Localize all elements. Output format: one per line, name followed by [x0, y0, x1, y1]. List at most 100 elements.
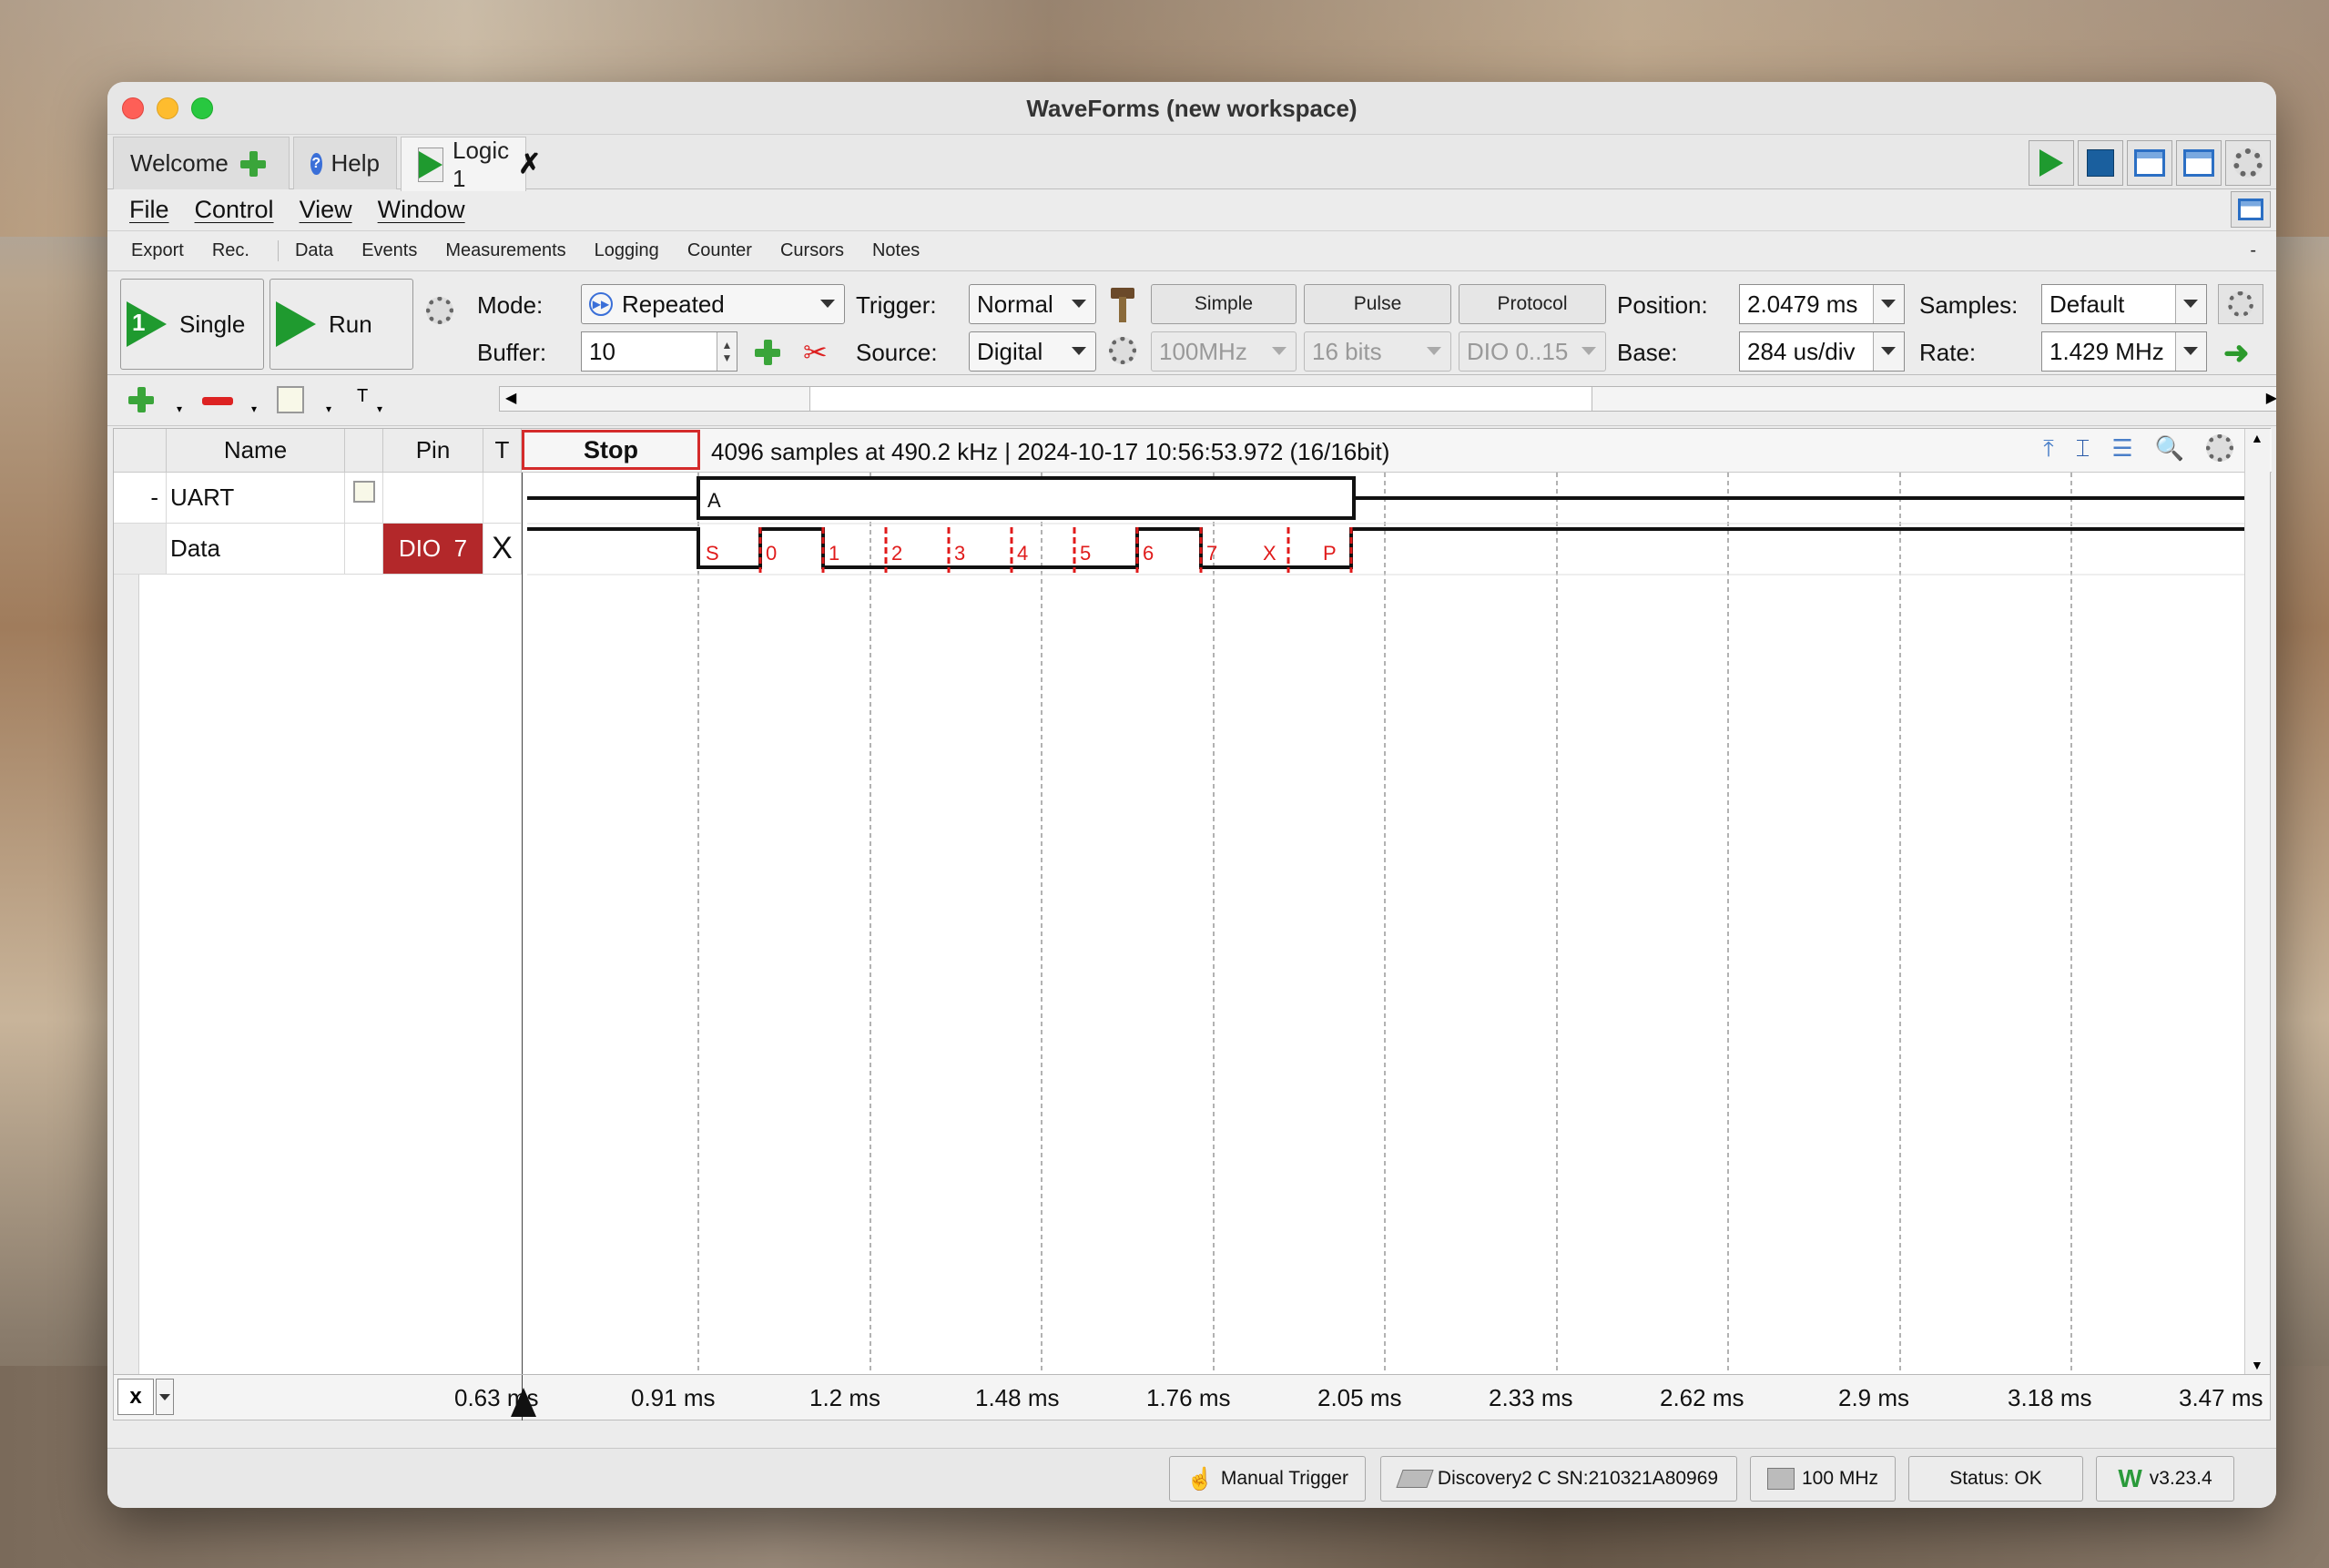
- row-data-name[interactable]: Data: [167, 524, 345, 575]
- tab-help[interactable]: ? Help: [293, 137, 397, 189]
- scroll-up-icon[interactable]: ▲: [2251, 431, 2263, 445]
- source-select[interactable]: Digital: [969, 331, 1096, 372]
- status-button[interactable]: Status: OK: [1908, 1456, 2083, 1502]
- samples-select[interactable]: Default: [2041, 284, 2207, 324]
- arrow-right-icon[interactable]: ➜: [2223, 335, 2250, 372]
- header-expander: [114, 429, 167, 473]
- horizontal-scroll-thumb[interactable]: [809, 387, 1592, 411]
- header-pin[interactable]: Pin: [383, 429, 483, 473]
- trigger-settings-gear-icon[interactable]: [1109, 337, 1136, 364]
- scroll-right-icon[interactable]: ▶: [2266, 389, 2276, 407]
- trigger-column-dropdown-icon[interactable]: ▾: [377, 402, 382, 415]
- trigger-column-label[interactable]: T: [357, 386, 368, 407]
- horizontal-scrollbar[interactable]: ◀ ▶: [499, 386, 2276, 412]
- remove-channel-icon[interactable]: [202, 397, 233, 405]
- add-channel-icon[interactable]: [126, 384, 157, 415]
- tab-welcome[interactable]: Welcome: [113, 137, 290, 189]
- buffer-label: Buffer:: [477, 339, 547, 366]
- version-button[interactable]: W v3.23.4: [2096, 1456, 2234, 1502]
- position-input[interactable]: 2.0479 ms: [1739, 284, 1905, 324]
- tab-help-label: Help: [331, 149, 380, 177]
- cascade-windows-icon: [2134, 149, 2165, 177]
- text-cursor-tool-icon[interactable]: ⌶: [2076, 434, 2090, 463]
- trigger-pulse-button[interactable]: Pulse: [1304, 284, 1451, 324]
- menu-file[interactable]: File: [129, 196, 169, 224]
- submenu-data[interactable]: Data: [277, 240, 333, 261]
- add-channel-dropdown-icon[interactable]: ▾: [177, 402, 182, 415]
- x-axis-dropdown[interactable]: [156, 1379, 174, 1415]
- submenu-collapse-button[interactable]: -: [2250, 240, 2256, 261]
- global-toolbar: [2029, 140, 2271, 186]
- time-tick: 0.91 ms: [631, 1384, 716, 1411]
- row-data-trigger[interactable]: X: [483, 524, 522, 575]
- time-settings-button[interactable]: [2218, 284, 2263, 324]
- tile-windows-button[interactable]: [2176, 140, 2222, 186]
- scissors-icon[interactable]: ✂: [803, 335, 828, 370]
- submenu-notes[interactable]: Notes: [872, 240, 920, 261]
- plot-left-border: [522, 473, 523, 1374]
- row-data-pin[interactable]: DIO 7: [383, 524, 483, 575]
- zoom-icon[interactable]: 🔍: [2155, 434, 2184, 463]
- vertical-scrollbar[interactable]: ▲ ▼: [2244, 429, 2270, 1374]
- edit-bus-icon[interactable]: [352, 480, 375, 503]
- buffer-stepper[interactable]: ▲ ▼: [717, 332, 737, 371]
- mode-select[interactable]: ▶▶ Repeated: [581, 284, 845, 324]
- edit-channel-icon[interactable]: [277, 386, 304, 413]
- scroll-down-icon[interactable]: ▼: [2251, 1358, 2263, 1372]
- trigger-position-marker-icon[interactable]: [511, 1388, 536, 1417]
- menu-control[interactable]: Control: [195, 196, 274, 224]
- clock-button[interactable]: 100 MHz: [1750, 1456, 1896, 1502]
- trigger-protocol-button[interactable]: Protocol: [1459, 284, 1606, 324]
- dio-range-select[interactable]: DIO 0..15: [1459, 331, 1606, 372]
- global-settings-button[interactable]: [2225, 140, 2271, 186]
- submenu-events[interactable]: Events: [361, 240, 417, 261]
- row-uart-expander[interactable]: -: [114, 473, 167, 524]
- base-input[interactable]: 284 us/div: [1739, 331, 1905, 372]
- edit-channel-dropdown-icon[interactable]: ▾: [326, 402, 331, 415]
- close-tab-icon[interactable]: ✗: [518, 148, 541, 180]
- align-tool-icon[interactable]: ☰: [2111, 434, 2132, 463]
- cursor-tool-icon[interactable]: ⤒: [2043, 434, 2054, 463]
- stop-all-button[interactable]: [2078, 140, 2123, 186]
- menu-window[interactable]: Window: [378, 196, 465, 224]
- remove-channel-dropdown-icon[interactable]: ▾: [251, 402, 257, 415]
- buffer-input[interactable]: 10 ▲ ▼: [581, 331, 737, 372]
- scroll-left-icon[interactable]: ◀: [505, 389, 516, 407]
- single-button[interactable]: 1 Single: [120, 279, 264, 370]
- channel-table: Name Pin T Stop 4096 samples at 490.2 kH…: [113, 428, 2272, 1375]
- add-buffer-icon[interactable]: [752, 337, 783, 368]
- waveform-plot[interactable]: A S 0 1 2 3 4 5 6 7 X P: [527, 473, 2244, 1374]
- manual-trigger-button[interactable]: ☝ Manual Trigger: [1169, 1456, 1366, 1502]
- submenu-rec[interactable]: Rec.: [212, 240, 249, 261]
- trigger-simple-button[interactable]: Simple: [1151, 284, 1297, 324]
- acquisition-settings-button[interactable]: [426, 297, 453, 324]
- header-name[interactable]: Name: [167, 429, 345, 473]
- title-bar: WaveForms (new workspace): [107, 82, 2276, 135]
- submenu-measurements[interactable]: Measurements: [445, 240, 565, 261]
- bits-select[interactable]: 16 bits: [1304, 331, 1451, 372]
- hammer-icon[interactable]: [1111, 288, 1134, 322]
- submenu-cursors[interactable]: Cursors: [780, 240, 844, 261]
- row-uart-pin: [383, 473, 483, 524]
- add-tab-plus-icon[interactable]: [238, 148, 269, 179]
- single-play-icon: 1: [127, 301, 167, 347]
- frequency-select[interactable]: 100MHz: [1151, 331, 1297, 372]
- row-uart-trigger[interactable]: [483, 473, 522, 524]
- row-uart-name[interactable]: UART: [167, 473, 345, 524]
- run-button[interactable]: Run: [270, 279, 413, 370]
- header-trigger[interactable]: T: [483, 429, 522, 473]
- device-button[interactable]: Discovery2 C SN:210321A80969: [1380, 1456, 1737, 1502]
- row-uart-edit[interactable]: [345, 473, 383, 524]
- trigger-select[interactable]: Normal: [969, 284, 1096, 324]
- submenu-export[interactable]: Export: [131, 240, 184, 261]
- menu-view[interactable]: View: [300, 196, 352, 224]
- cascade-windows-button[interactable]: [2127, 140, 2172, 186]
- rate-select[interactable]: 1.429 MHz: [2041, 331, 2207, 372]
- tab-logic-1[interactable]: Logic 1 ✗: [401, 137, 541, 192]
- submenu-counter[interactable]: Counter: [687, 240, 752, 261]
- grid-lines: [697, 473, 2072, 1374]
- submenu-logging[interactable]: Logging: [595, 240, 659, 261]
- plot-settings-gear-icon[interactable]: [2206, 434, 2233, 462]
- run-all-button[interactable]: [2029, 140, 2074, 186]
- x-axis-button[interactable]: x: [117, 1379, 154, 1415]
